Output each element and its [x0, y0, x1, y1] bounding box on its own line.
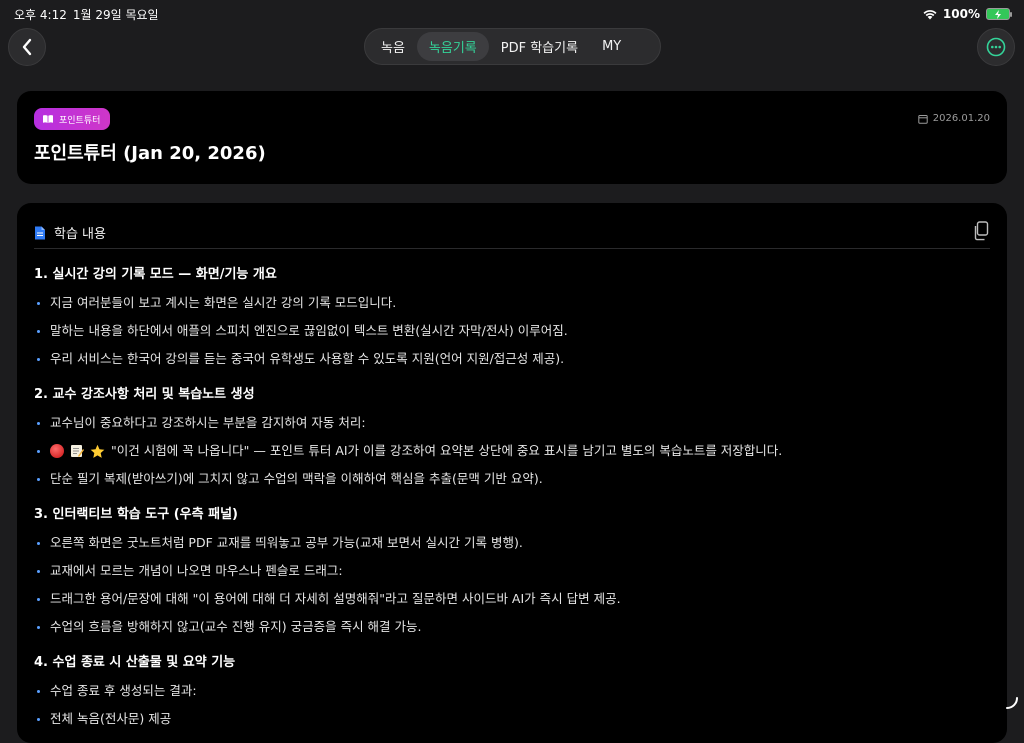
tab-record-history[interactable]: 녹음기록	[417, 32, 489, 61]
content-header: 학습 내용	[34, 217, 990, 249]
study-content-card: 학습 내용 1. 실시간 강의 기록 모드 — 화면/기능 개요 지금 여러분들…	[17, 203, 1007, 743]
list-item: 수업 종료 후 생성되는 결과:	[34, 677, 990, 705]
list-item: 전체 녹음(전사문) 제공	[34, 705, 990, 733]
star-icon	[90, 444, 105, 459]
book-icon	[42, 114, 54, 124]
chevron-left-icon	[21, 38, 33, 56]
tab-record[interactable]: 녹음	[369, 32, 417, 61]
session-date: 2026.01.20	[918, 113, 990, 124]
list-item: 지금 여러분들이 보고 계시는 화면은 실시간 강의 기록 모드입니다.	[34, 289, 990, 317]
tab-my[interactable]: MY	[590, 32, 633, 61]
content-body: 1. 실시간 강의 기록 모드 — 화면/기능 개요 지금 여러분들이 보고 계…	[34, 259, 990, 733]
copy-icon[interactable]	[972, 221, 990, 241]
session-title: 포인트튜터 (Jan 20, 2026)	[34, 139, 266, 165]
list-item: 드래그한 용어/문장에 대해 "이 용어에 대해 더 자세히 설명해줘"라고 질…	[34, 585, 990, 613]
resize-corner-icon	[1006, 697, 1018, 709]
status-time: 오후 4:12	[14, 6, 67, 23]
document-icon	[34, 226, 46, 240]
more-button[interactable]	[977, 28, 1015, 66]
list-item: 우리 서비스는 한국어 강의를 듣는 중국어 유학생도 사용할 수 있도록 지원…	[34, 345, 990, 373]
session-header-card: 포인트튜터 2026.01.20 포인트튜터 (Jan 20, 2026)	[17, 91, 1007, 184]
tab-pdf-history[interactable]: PDF 학습기록	[489, 32, 590, 61]
category-badge: 포인트튜터	[34, 108, 110, 130]
battery-icon	[986, 8, 1010, 20]
more-icon	[986, 37, 1006, 57]
list-item: 수업의 흐름을 방해하지 않고(교수 진행 유지) 궁금증을 즉시 해결 가능.	[34, 613, 990, 641]
list-item: "이건 시험에 꼭 나옵니다" — 포인트 튜터 AI가 이를 강조하여 요약본…	[34, 437, 990, 465]
session-date-text: 2026.01.20	[933, 113, 990, 124]
list-item: 교수님이 중요하다고 강조하시는 부분을 감지하여 자동 처리:	[34, 409, 990, 437]
category-badge-label: 포인트튜터	[59, 113, 100, 126]
memo-icon	[70, 444, 84, 458]
list-item: 오른쪽 화면은 굿노트처럼 PDF 교재를 띄워놓고 공부 가능(교재 보면서 …	[34, 529, 990, 557]
content-label: 학습 내용	[54, 223, 106, 242]
status-bar: 오후 4:12 1월 29일 목요일 100%	[0, 0, 1024, 28]
main-tab-bar: 녹음 녹음기록 PDF 학습기록 MY	[364, 28, 661, 65]
section-title: 4. 수업 종료 시 산출물 및 요약 기능	[34, 649, 990, 677]
wifi-icon	[923, 9, 937, 20]
list-item: 말하는 내용을 하단에서 애플의 스피치 엔진으로 끊임없이 텍스트 변환(실시…	[34, 317, 990, 345]
section-title: 1. 실시간 강의 기록 모드 — 화면/기능 개요	[34, 261, 990, 289]
back-button[interactable]	[8, 28, 46, 66]
status-date: 1월 29일 목요일	[73, 6, 159, 23]
list-item: 단순 필기 복제(받아쓰기)에 그치지 않고 수업의 맥락을 이해하여 핵심을 …	[34, 465, 990, 493]
list-item: 교재에서 모르는 개념이 나오면 마우스나 펜슬로 드래그:	[34, 557, 990, 585]
red-circle-icon	[50, 444, 64, 458]
section-title: 2. 교수 강조사항 처리 및 복습노트 생성	[34, 381, 990, 409]
calendar-icon	[918, 114, 928, 124]
battery-percent: 100%	[943, 7, 980, 21]
section-title: 3. 인터랙티브 학습 도구 (우측 패널)	[34, 501, 990, 529]
